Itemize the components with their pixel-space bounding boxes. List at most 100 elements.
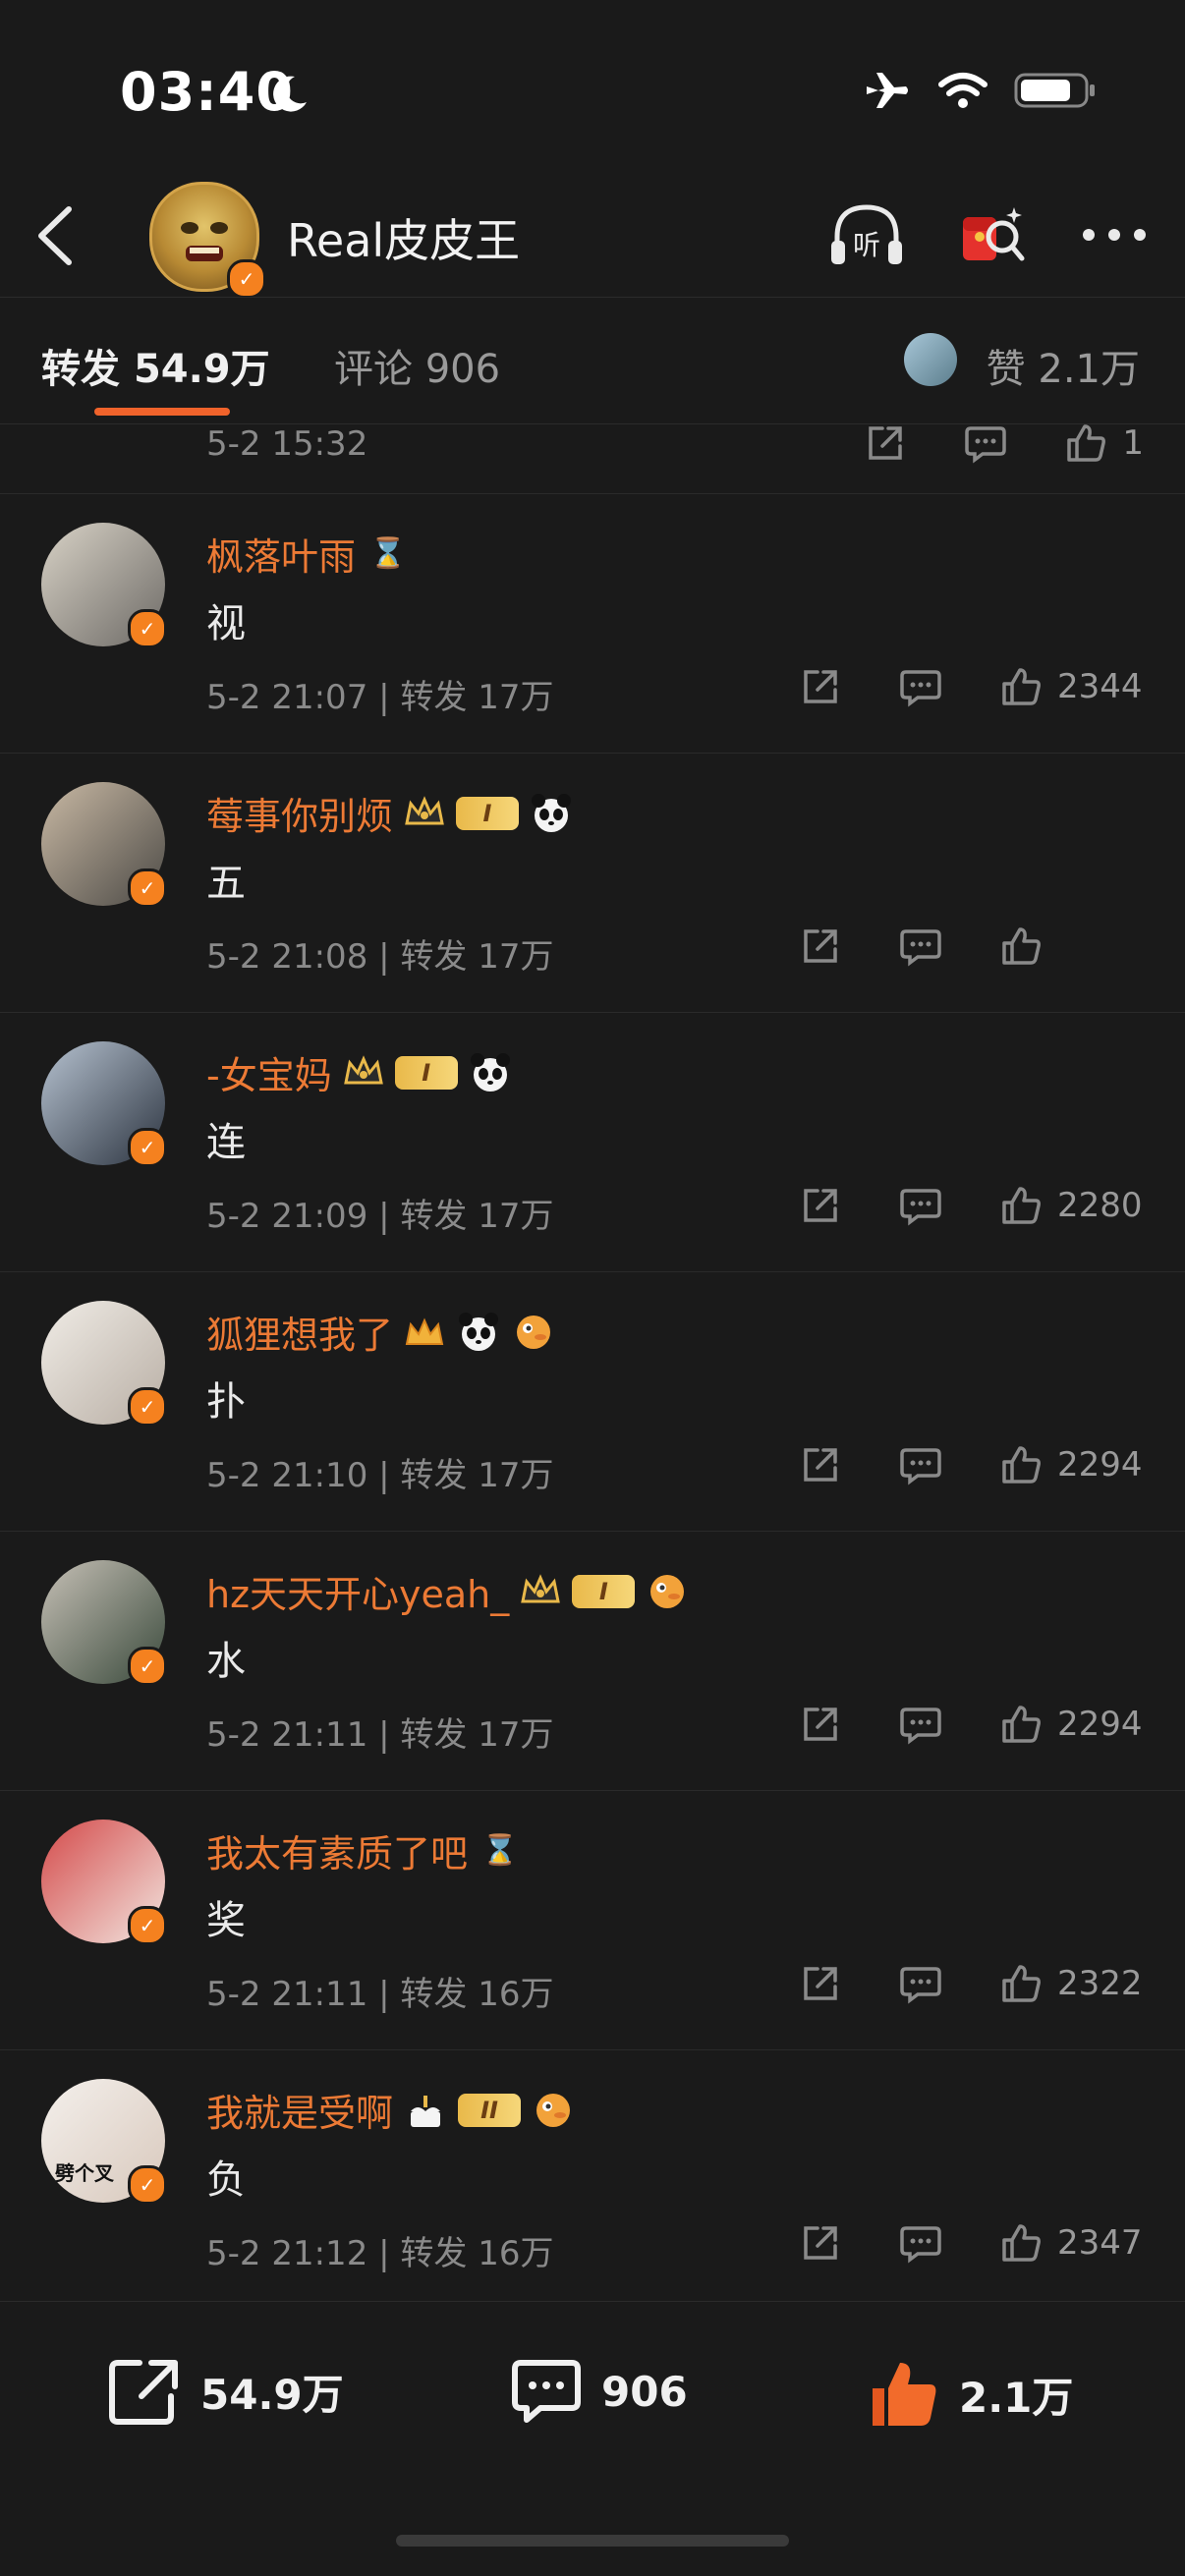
avatar[interactable]: ✓ — [41, 523, 167, 648]
back-arrow-icon[interactable] — [28, 201, 86, 270]
share-button[interactable] — [794, 1957, 847, 2010]
like-button[interactable] — [1059, 424, 1112, 470]
list-item[interactable]: ✓ 狐狸想我了 扑 5-2 21:10 | 转发 17万 2294 — [0, 1271, 1185, 1532]
share-icon — [804, 1189, 837, 1222]
list-item[interactable]: ✓ 枫落叶雨 ⌛ 视 5-2 21:07 | 转发 17万 2344 — [0, 493, 1185, 754]
verified-badge-icon: ✓ — [128, 868, 167, 908]
tab-comments[interactable]: 评论 906 — [334, 337, 500, 394]
like-button[interactable] — [994, 1179, 1047, 1232]
more-dots-icon — [1083, 229, 1146, 241]
avatar[interactable]: ✓ — [41, 1301, 167, 1427]
share-button[interactable] — [794, 1698, 847, 1751]
share-button[interactable] — [859, 424, 912, 470]
bottom-comment-count: 906 — [601, 2367, 688, 2416]
list-item[interactable]: ✓ -女宝妈 I 连 5-2 21:09 | 转发 17万 2280 — [0, 1012, 1185, 1272]
tab-likes-label: 赞 — [986, 347, 1026, 392]
comment-button[interactable] — [894, 1957, 947, 2010]
list-item[interactable]: 劈个叉 ✓ 我就是受啊 II 负 5-2 21:12 | 转发 16万 2347 — [0, 2049, 1185, 2301]
crown-icon — [343, 1054, 383, 1084]
wifi-icon — [938, 73, 988, 108]
avatar[interactable]: ✓ — [41, 1820, 167, 1945]
comment-button[interactable] — [894, 660, 947, 713]
user-name[interactable]: 狐狸想我了 — [206, 1305, 393, 1359]
post-tabs: 转发 54.9万 评论 906 赞 2.1万 — [0, 297, 1185, 424]
like-button[interactable] — [994, 660, 1047, 713]
like-button[interactable] — [994, 2216, 1047, 2269]
like-count: 2347 — [1057, 2223, 1143, 2263]
avatar[interactable]: ✓ — [41, 1041, 167, 1167]
cake-icon — [411, 2095, 441, 2127]
listen-button[interactable]: 听 — [825, 194, 908, 276]
list-item[interactable]: ✓ 我太有素质了吧 ⌛ 奖 5-2 21:11 | 转发 16万 2322 — [0, 1790, 1185, 2050]
comment-button[interactable] — [894, 920, 947, 973]
tab-likes[interactable]: 赞 2.1万 — [987, 337, 1140, 394]
tab-repost[interactable]: 转发 54.9万 — [41, 337, 270, 394]
hourglass-icon: ⌛ — [481, 1833, 519, 1868]
share-button[interactable] — [794, 1438, 847, 1491]
user-name[interactable]: hz天天开心yeah_ — [206, 1564, 509, 1618]
like-count: 1 — [1122, 424, 1144, 463]
like-button[interactable] — [994, 1957, 1047, 2010]
bottom-comment-button[interactable]: 906 — [509, 2357, 688, 2426]
bottom-like-button[interactable]: 2.1万 — [867, 2357, 1073, 2432]
user-name[interactable]: 枫落叶雨 — [206, 527, 356, 581]
avatar[interactable]: 劈个叉 ✓ — [41, 2079, 167, 2205]
home-indicator[interactable] — [396, 2535, 789, 2547]
active-tab-indicator — [94, 408, 230, 416]
user-name-row: hz天天开心yeah_ I — [206, 1564, 690, 1618]
more-button[interactable] — [1073, 194, 1156, 276]
share-icon — [804, 670, 837, 703]
like-count: 2294 — [1057, 1705, 1143, 1744]
user-name-row: 枫落叶雨 ⌛ — [206, 527, 411, 581]
list-item[interactable]: ✓ hz天天开心yeah_ I 水 5-2 21:11 | 转发 17万 229… — [0, 1531, 1185, 1791]
user-name[interactable]: 我就是受啊 — [206, 2083, 393, 2137]
liker-avatar — [904, 333, 957, 386]
comment-meta: 5-2 21:11 | 转发 17万 — [206, 1715, 554, 1755]
comment-button[interactable] — [959, 424, 1012, 470]
comment-meta: 5-2 21:08 | 转发 17万 — [206, 937, 554, 977]
share-icon — [804, 929, 837, 963]
repost-list[interactable]: 5-2 15:32 1 ✓ 枫落叶雨 ⌛ 视 5-2 21:07 | 转发 17… — [0, 424, 1185, 2301]
list-item[interactable]: ✓ 莓事你别烦 I 五 5-2 21:08 | 转发 17万 — [0, 753, 1185, 1013]
comment-actions: 2294 — [747, 1698, 1144, 1751]
pufferfish-icon — [517, 1315, 551, 1349]
partial-actions: 1 — [812, 424, 1144, 470]
comment-meta: 5-2 21:09 | 转发 17万 — [206, 1197, 554, 1236]
listen-label: 听 — [853, 229, 880, 261]
comment-button[interactable] — [894, 1179, 947, 1232]
comment-icon — [900, 1189, 941, 1226]
like-button[interactable] — [994, 920, 1047, 973]
status-bar: 03:40 — [0, 0, 1185, 177]
share-button[interactable] — [794, 660, 847, 713]
thumbs-up-icon — [1002, 1965, 1041, 2002]
comment-icon — [900, 929, 941, 967]
share-button[interactable] — [794, 920, 847, 973]
author-name[interactable]: Real皮皮王 — [287, 205, 520, 270]
share-icon — [869, 426, 903, 460]
red-packet-search-button[interactable] — [949, 194, 1032, 276]
bottom-repost-button[interactable]: 54.9万 — [108, 2357, 344, 2426]
comment-button[interactable] — [894, 1438, 947, 1491]
author-avatar[interactable]: ✓ — [149, 182, 266, 299]
tab-comments-count: 906 — [424, 347, 501, 392]
comment-button[interactable] — [894, 2216, 947, 2269]
user-name[interactable]: 莓事你别烦 — [206, 786, 393, 840]
comment-icon — [900, 1708, 941, 1745]
share-button[interactable] — [794, 1179, 847, 1232]
avatar[interactable]: ✓ — [41, 782, 167, 908]
tab-repost-count: 54.9万 — [133, 347, 270, 392]
comment-actions: 2280 — [747, 1179, 1144, 1232]
comment-icon — [900, 670, 941, 707]
share-button[interactable] — [794, 2216, 847, 2269]
comment-actions: 2322 — [747, 1957, 1144, 2010]
partial-meta: 5-2 15:32 — [206, 424, 368, 464]
user-name[interactable]: -女宝妈 — [206, 1045, 332, 1099]
like-button[interactable] — [994, 1698, 1047, 1751]
comment-button[interactable] — [894, 1698, 947, 1751]
like-button[interactable] — [994, 1438, 1047, 1491]
avatar[interactable]: ✓ — [41, 1560, 167, 1686]
comment-icon — [900, 1967, 941, 2004]
level-badge: I — [394, 1055, 458, 1090]
level-badge: I — [572, 1574, 636, 1608]
user-name[interactable]: 我太有素质了吧 — [206, 1823, 468, 1877]
